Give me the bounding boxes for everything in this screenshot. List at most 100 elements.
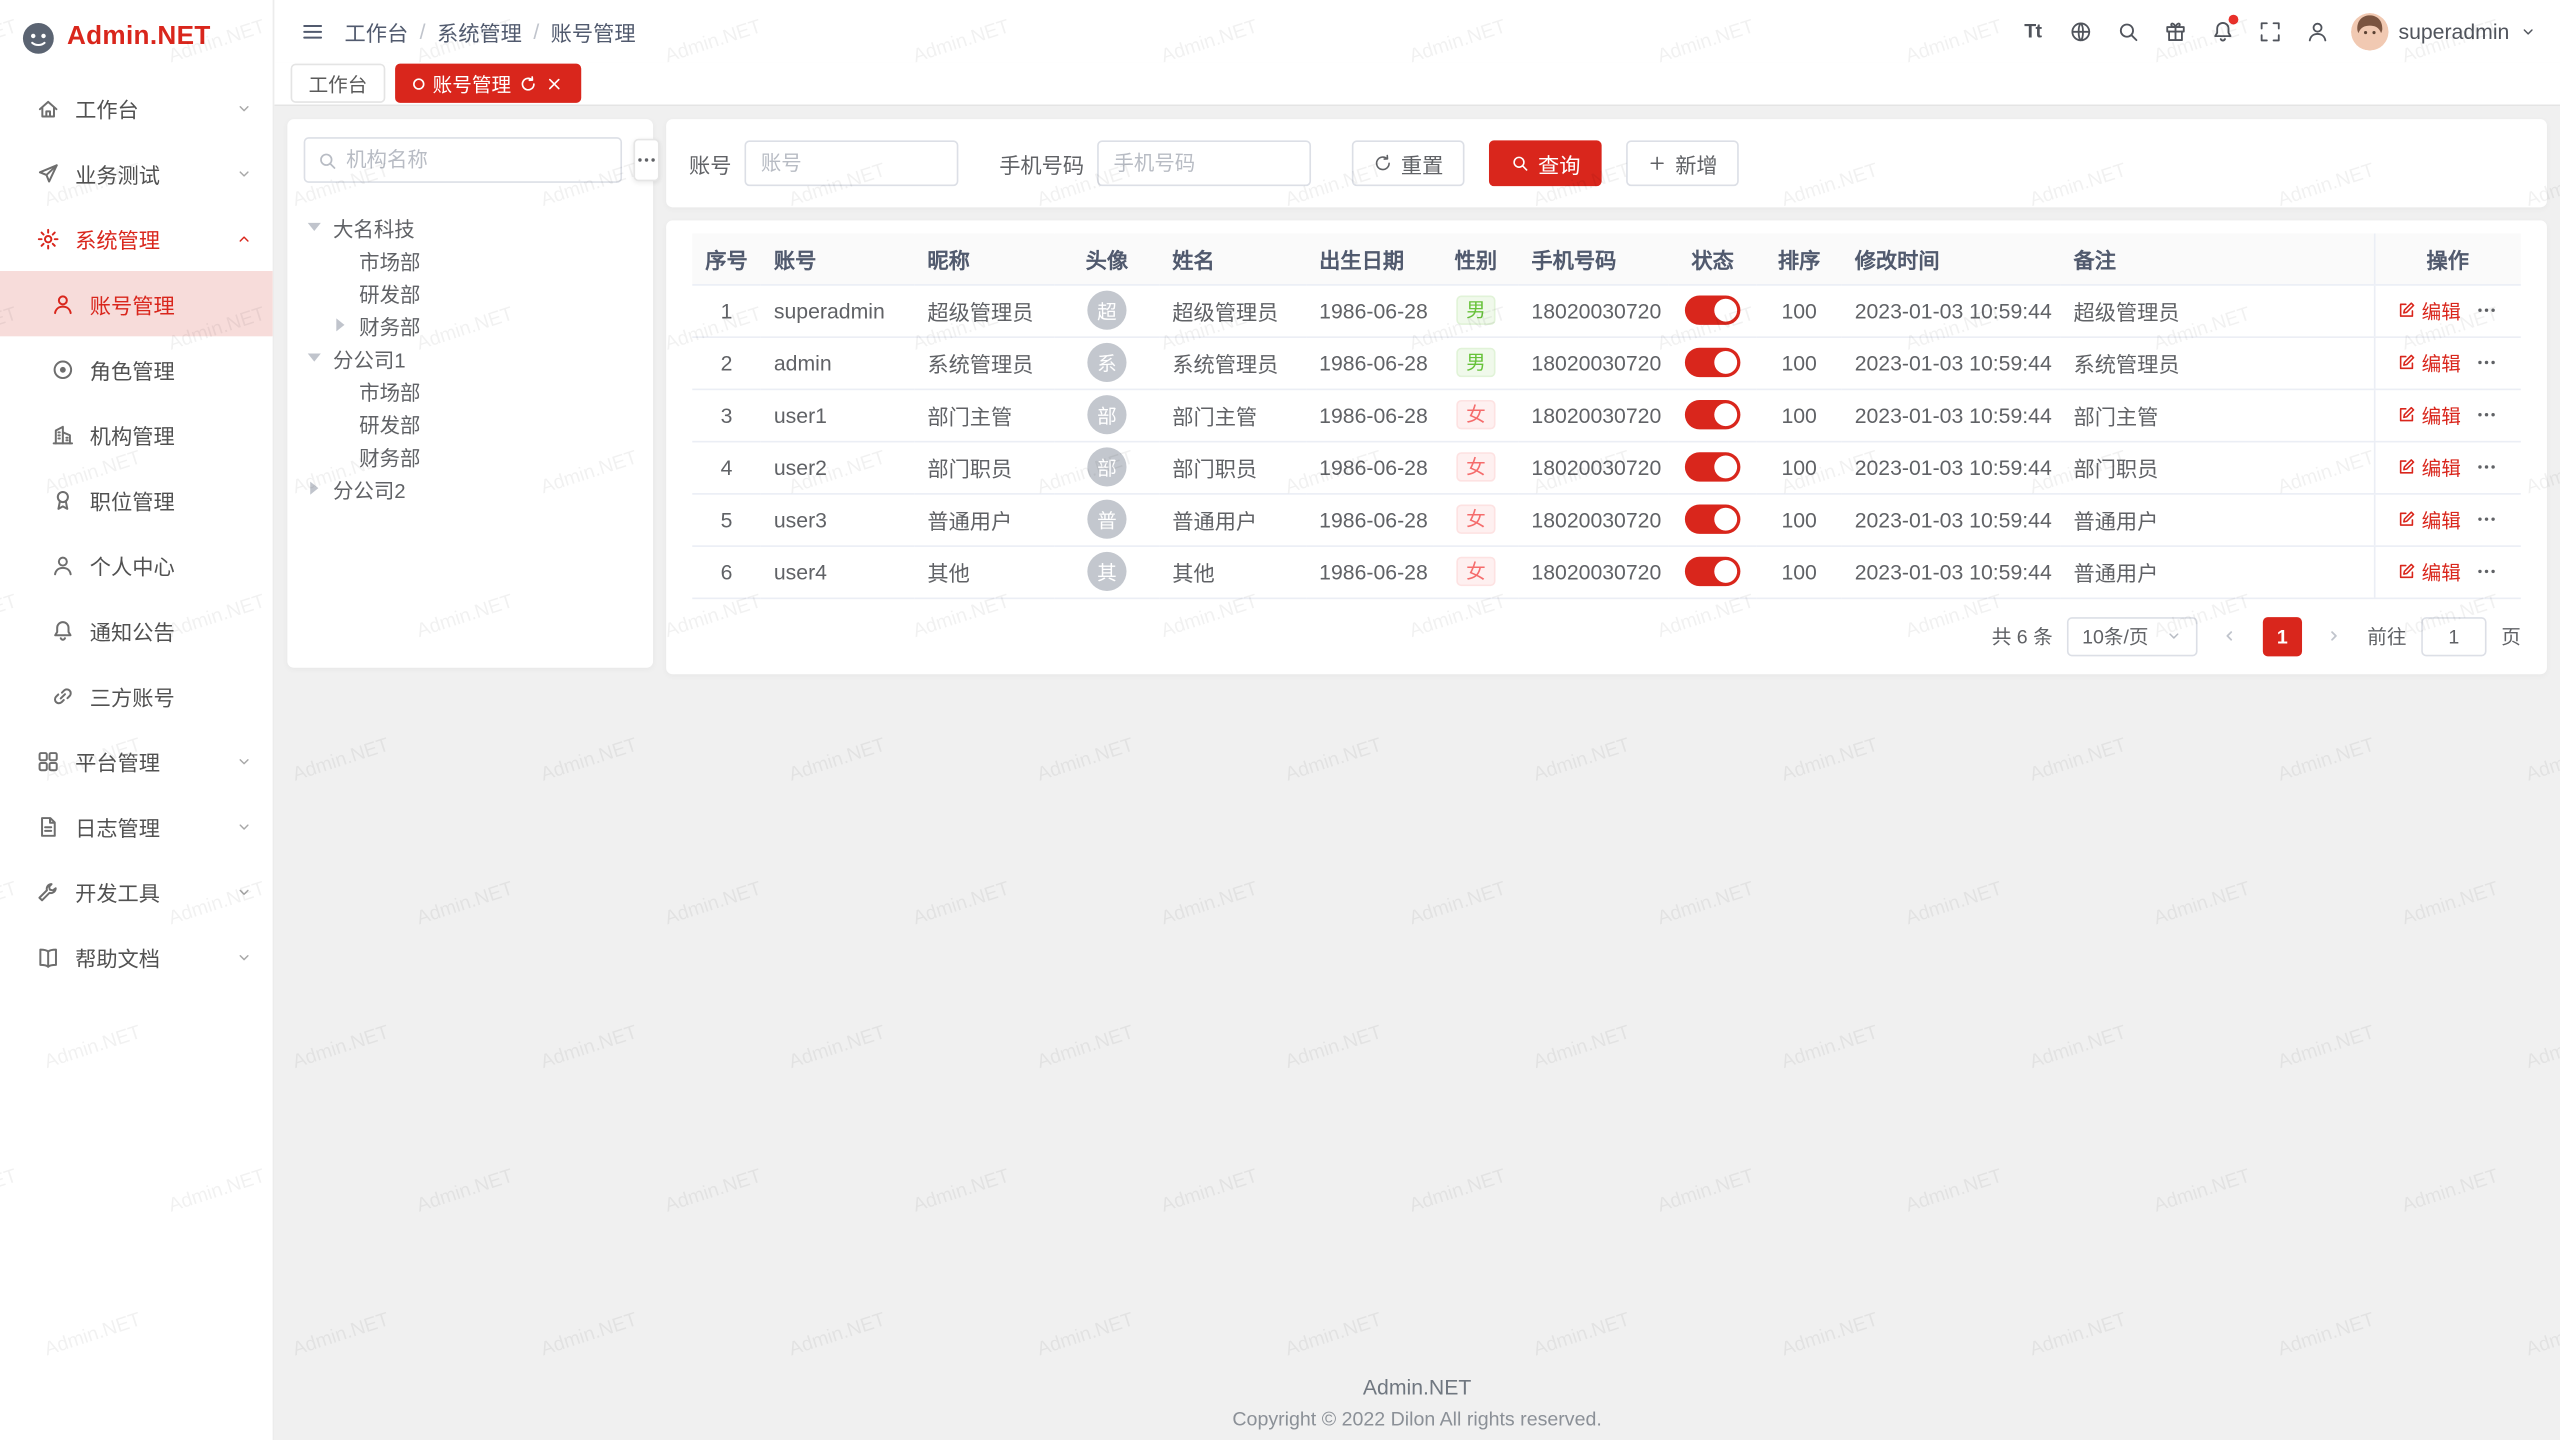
cell-account: superadmin: [761, 284, 914, 336]
column-header-remark: 备注: [2060, 233, 2373, 284]
goto-page-input[interactable]: [2421, 616, 2486, 655]
sidebar-item-system-manage[interactable]: 系统管理: [0, 206, 273, 271]
theme-button[interactable]: [2154, 10, 2196, 52]
tab-close-icon[interactable]: [545, 74, 563, 92]
tree-node[interactable]: 分公司2: [304, 472, 637, 505]
next-page-button[interactable]: [2317, 616, 2353, 655]
tree-node[interactable]: 财务部: [304, 309, 637, 342]
gender-badge: 女: [1456, 452, 1495, 481]
org-search-box: [304, 137, 622, 183]
sidebar-toggle-button[interactable]: [291, 10, 333, 52]
row-more-button[interactable]: [2476, 351, 2499, 374]
status-toggle[interactable]: [1685, 504, 1741, 533]
status-toggle[interactable]: [1685, 296, 1741, 325]
row-more-button[interactable]: [2476, 403, 2499, 426]
user-icon: [51, 553, 75, 577]
table-row: 5user3普通用户普普通用户1986-06-28女18020030720100…: [692, 493, 2521, 545]
row-more-button[interactable]: [2476, 456, 2499, 479]
account-input[interactable]: [745, 140, 959, 186]
org-more-button[interactable]: [633, 139, 659, 181]
tree-node[interactable]: 市场部: [304, 374, 637, 407]
user-table: 序号账号昵称头像姓名出生日期性别手机号码状态排序修改时间备注操作1superad…: [692, 233, 2521, 598]
sidebar-item-help-docs[interactable]: 帮助文档: [0, 924, 273, 989]
sidebar-item-position-manage[interactable]: 职位管理: [0, 467, 273, 532]
edit-button[interactable]: 编辑: [2397, 296, 2461, 324]
caret-icon[interactable]: [310, 482, 318, 495]
sidebar-item-notice[interactable]: 通知公告: [0, 598, 273, 663]
logo[interactable]: Admin.NET: [0, 0, 273, 75]
tree-node[interactable]: 财务部: [304, 439, 637, 472]
cell-remark: 系统管理员: [2060, 336, 2373, 388]
tree-node[interactable]: 分公司1: [304, 341, 637, 374]
tab-account-manage[interactable]: 账号管理: [395, 64, 581, 103]
edit-button[interactable]: 编辑: [2397, 505, 2461, 533]
profile-button[interactable]: [2296, 10, 2338, 52]
font-size-button[interactable]: Tt: [2012, 10, 2054, 52]
cell-gender: 男: [1433, 336, 1518, 388]
row-more-button[interactable]: [2476, 560, 2499, 583]
edit-button[interactable]: 编辑: [2397, 558, 2461, 586]
breadcrumb-item[interactable]: 系统管理: [437, 16, 522, 47]
page-size-select[interactable]: 10条/页: [2067, 616, 2197, 655]
cell-nickname: 部门主管: [914, 389, 1054, 441]
row-more-button[interactable]: [2476, 299, 2499, 322]
page-1-button[interactable]: 1: [2263, 616, 2302, 655]
tree-node[interactable]: 研发部: [304, 276, 637, 309]
sidebar-item-personal-center[interactable]: 个人中心: [0, 532, 273, 597]
add-button[interactable]: 新增: [1626, 140, 1739, 186]
toggle-knob: [1714, 299, 1737, 322]
reset-button[interactable]: 重置: [1352, 140, 1465, 186]
sidebar-item-account-manage[interactable]: 账号管理: [0, 271, 273, 336]
tree-node[interactable]: 研发部: [304, 407, 637, 440]
edit-button[interactable]: 编辑: [2397, 349, 2461, 377]
edit-button[interactable]: 编辑: [2397, 453, 2461, 481]
breadcrumb-item[interactable]: 工作台: [344, 16, 408, 47]
status-toggle[interactable]: [1685, 557, 1741, 586]
sidebar-item-dev-tools[interactable]: 开发工具: [0, 859, 273, 924]
status-toggle[interactable]: [1685, 400, 1741, 429]
tool-icon: [36, 879, 60, 903]
status-toggle[interactable]: [1685, 348, 1741, 377]
cell-phone: 18020030720: [1518, 545, 1668, 597]
tab-refresh-icon[interactable]: [519, 74, 537, 92]
sidebar-item-log-manage[interactable]: 日志管理: [0, 793, 273, 858]
status-toggle[interactable]: [1685, 452, 1741, 481]
fullscreen-button[interactable]: [2248, 10, 2290, 52]
phone-input[interactable]: [1097, 140, 1311, 186]
cell-no: 4: [692, 441, 761, 493]
sidebar-item-org-manage[interactable]: 机构管理: [0, 402, 273, 467]
caret-icon[interactable]: [308, 353, 321, 361]
caret-icon[interactable]: [336, 318, 344, 331]
cell-no: 1: [692, 284, 761, 336]
user-menu[interactable]: superadmin: [2351, 12, 2537, 50]
sidebar-item-third-party-account[interactable]: 三方账号: [0, 663, 273, 728]
prev-page-button[interactable]: [2212, 616, 2248, 655]
sidebar-item-platform-manage[interactable]: 平台管理: [0, 728, 273, 793]
search-label: 查询: [1538, 148, 1580, 179]
toggle-knob: [1714, 456, 1737, 479]
tab-workbench[interactable]: 工作台: [291, 64, 386, 103]
breadcrumb-item[interactable]: 账号管理: [551, 16, 636, 47]
sidebar-item-business-test[interactable]: 业务测试: [0, 140, 273, 205]
org-tree: 大名科技市场部研发部财务部分公司1市场部研发部财务部分公司2: [304, 211, 637, 505]
user-icon: [51, 291, 75, 315]
search-button[interactable]: 查询: [1489, 140, 1602, 186]
search-button[interactable]: [2106, 10, 2148, 52]
search-icon: [317, 149, 338, 170]
caret-box: [336, 384, 359, 397]
notification-button[interactable]: [2201, 10, 2243, 52]
notification-badge: [2229, 15, 2239, 25]
language-button[interactable]: [2059, 10, 2101, 52]
org-search-input[interactable]: [346, 149, 609, 172]
tree-node[interactable]: 大名科技: [304, 211, 637, 244]
edit-icon: [2397, 405, 2417, 425]
caret-icon[interactable]: [308, 223, 321, 231]
sidebar-item-workbench[interactable]: 工作台: [0, 75, 273, 140]
cell-no: 6: [692, 545, 761, 597]
org-icon: [51, 422, 75, 446]
edit-button[interactable]: 编辑: [2397, 401, 2461, 429]
column-header-op: 操作: [2374, 233, 2521, 284]
tree-node[interactable]: 市场部: [304, 243, 637, 276]
sidebar-item-role-manage[interactable]: 角色管理: [0, 336, 273, 401]
row-more-button[interactable]: [2476, 508, 2499, 531]
